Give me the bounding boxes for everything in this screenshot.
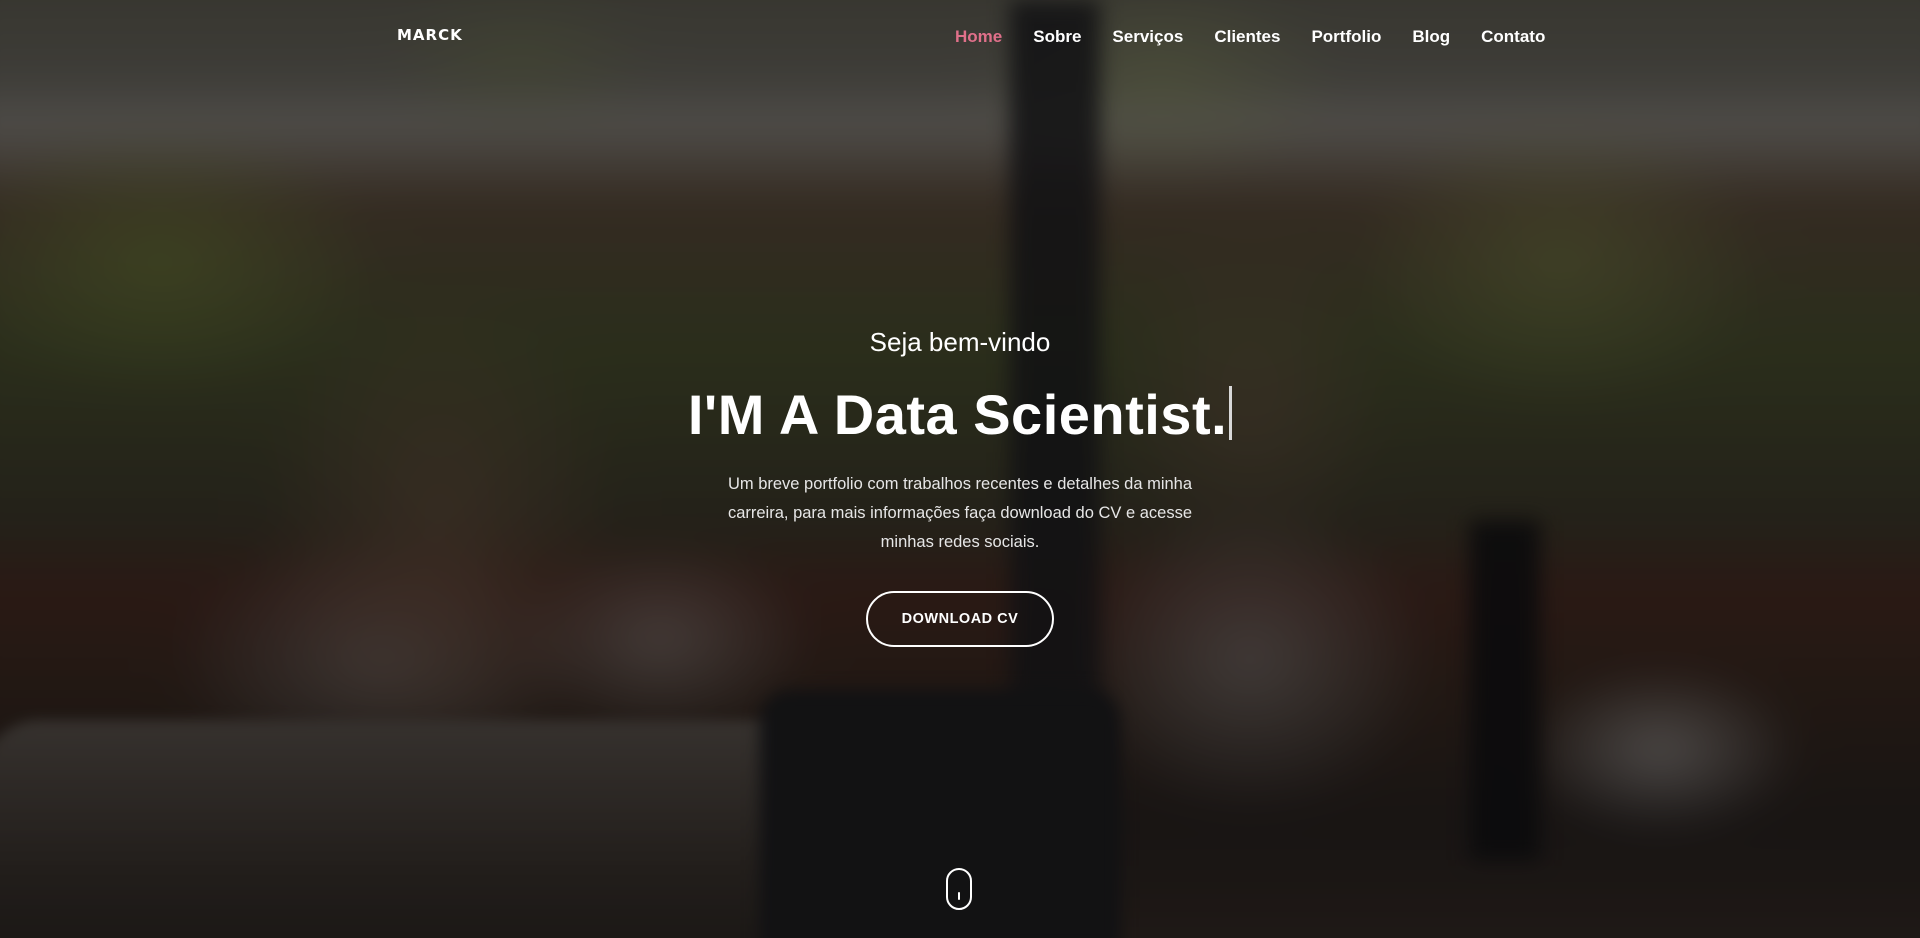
nav-item-portfolio[interactable]: Portfolio (1311, 27, 1381, 47)
mouse-scroll-icon[interactable] (946, 868, 972, 910)
hero-description: Um breve portfolio com trabalhos recente… (727, 475, 1193, 551)
typing-cursor (1229, 386, 1233, 440)
navbar: MARCK Home Sobre Serviços Clientes Portf… (0, 0, 1920, 76)
download-cv-button[interactable]: DOWNLOAD CV (865, 591, 1055, 647)
hero-section: MARCK Home Sobre Serviços Clientes Portf… (0, 0, 1920, 938)
nav-item-home[interactable]: Home (955, 27, 1002, 47)
brand-logo[interactable]: MARCK (397, 26, 463, 44)
nav-item-clientes[interactable]: Clientes (1214, 27, 1280, 47)
mouse-wheel (958, 892, 960, 900)
hero-headline: I'M A Data Scientist. (0, 380, 1920, 450)
welcome-text: Seja bem-vindo (869, 327, 1051, 357)
nav-menu: Home Sobre Serviços Clientes Portfolio B… (955, 27, 1576, 47)
nav-item-sobre[interactable]: Sobre (1033, 27, 1081, 47)
hero-content: Seja bem-vindo I'M A Data Scientist. Um … (0, 322, 1920, 647)
nav-item-contato[interactable]: Contato (1481, 27, 1545, 47)
headline-text: I'M A Data Scientist. (687, 383, 1228, 446)
nav-item-blog[interactable]: Blog (1412, 27, 1450, 47)
nav-item-servicos[interactable]: Serviços (1112, 27, 1183, 47)
